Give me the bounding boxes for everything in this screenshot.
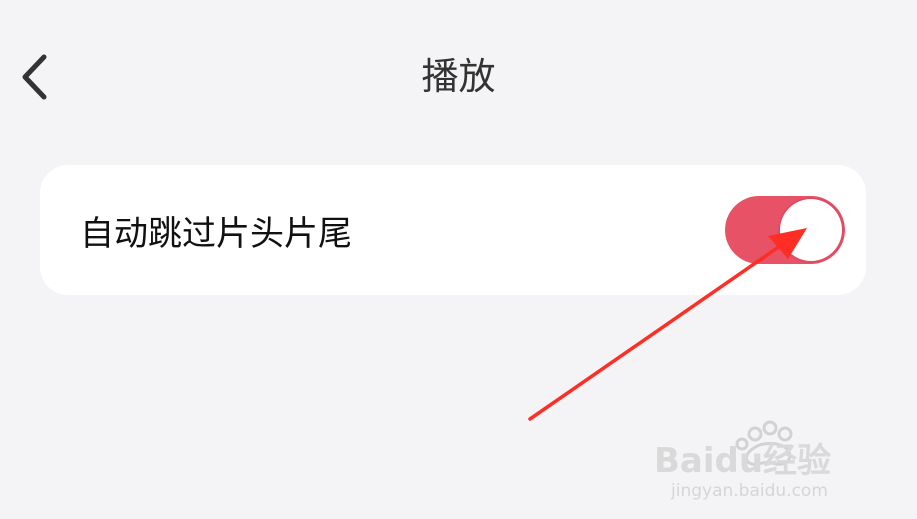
baidu-jingyan-watermark: Baidu经验 jingyan.baidu.com	[654, 420, 831, 501]
setting-card: 自动跳过片头片尾	[40, 165, 866, 295]
page-title: 播放	[421, 55, 496, 98]
auto-skip-toggle[interactable]	[725, 196, 845, 264]
watermark-url: jingyan.baidu.com	[670, 481, 828, 501]
auto-skip-intro-outro-label: 自动跳过片头片尾	[80, 213, 352, 254]
toggle-knob	[780, 199, 842, 261]
watermark-brand: Baidu经验	[654, 441, 831, 481]
header: 播放	[0, 0, 917, 140]
